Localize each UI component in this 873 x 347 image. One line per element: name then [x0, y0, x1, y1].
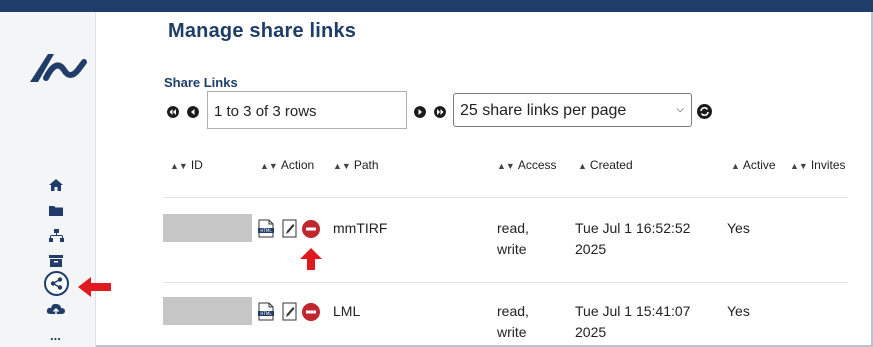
access-cell: read, write — [497, 220, 529, 257]
delete-icon[interactable] — [302, 303, 320, 321]
archive-icon[interactable] — [49, 255, 63, 267]
delete-icon[interactable] — [302, 220, 320, 238]
edit-icon[interactable] — [282, 219, 297, 238]
more-icon[interactable]: ... — [50, 328, 61, 343]
first-page-icon[interactable] — [167, 106, 179, 118]
app-frame — [0, 0, 873, 347]
top-bar — [0, 0, 873, 12]
share-icon[interactable] — [44, 271, 69, 296]
path-cell: mmTIRF — [333, 220, 388, 236]
column-header-id[interactable]: ▲▼ ID — [170, 158, 203, 172]
rows-range-display[interactable]: 1 to 3 of 3 rows — [207, 91, 407, 129]
id-cell-redacted — [163, 214, 252, 242]
edit-icon[interactable] — [282, 302, 297, 321]
per-page-select[interactable]: 25 share links per page ⌵ — [453, 93, 692, 127]
created-cell: Tue Jul 1 16:52:52 2025 — [575, 220, 691, 257]
next-page-icon[interactable] — [414, 106, 426, 118]
html-file-icon[interactable]: HTML — [258, 219, 274, 238]
per-page-value: 25 share links per page — [460, 102, 627, 119]
column-header-action[interactable]: ▲▼ Action — [260, 158, 314, 172]
active-cell: Yes — [727, 303, 750, 319]
html-file-icon[interactable]: HTML — [258, 302, 274, 321]
column-header-access[interactable]: ▲▼ Access — [497, 158, 557, 172]
annotation-arrow-left — [78, 277, 111, 297]
page-title: Manage share links — [168, 20, 357, 42]
home-icon[interactable] — [49, 179, 63, 191]
column-header-path[interactable]: ▲▼ Path — [333, 158, 379, 172]
cloud-icon[interactable] — [46, 302, 66, 317]
svg-text:HTML: HTML — [260, 311, 272, 316]
column-header-created[interactable]: ▲ Created — [578, 158, 633, 172]
row-divider — [163, 282, 848, 283]
column-header-active[interactable]: ▲ Active — [731, 158, 776, 172]
network-icon[interactable] — [49, 229, 64, 242]
refresh-icon[interactable] — [697, 104, 712, 119]
brand-logo — [30, 54, 87, 82]
prev-page-icon[interactable] — [187, 106, 199, 118]
svg-text:HTML: HTML — [260, 228, 272, 233]
column-header-invites[interactable]: ▲▼ Invites — [790, 158, 846, 172]
created-cell: Tue Jul 1 15:41:07 2025 — [575, 303, 691, 340]
annotation-arrow-up — [300, 248, 322, 270]
folder-icon[interactable] — [49, 205, 63, 216]
section-label: Share Links — [164, 75, 238, 90]
header-divider — [163, 197, 848, 198]
active-cell: Yes — [727, 220, 750, 236]
chevron-down-icon: ⌵ — [676, 104, 684, 115]
last-page-icon[interactable] — [434, 106, 446, 118]
id-cell-redacted — [163, 297, 252, 325]
access-cell: read, write — [497, 303, 529, 340]
path-cell: LML — [333, 303, 361, 319]
